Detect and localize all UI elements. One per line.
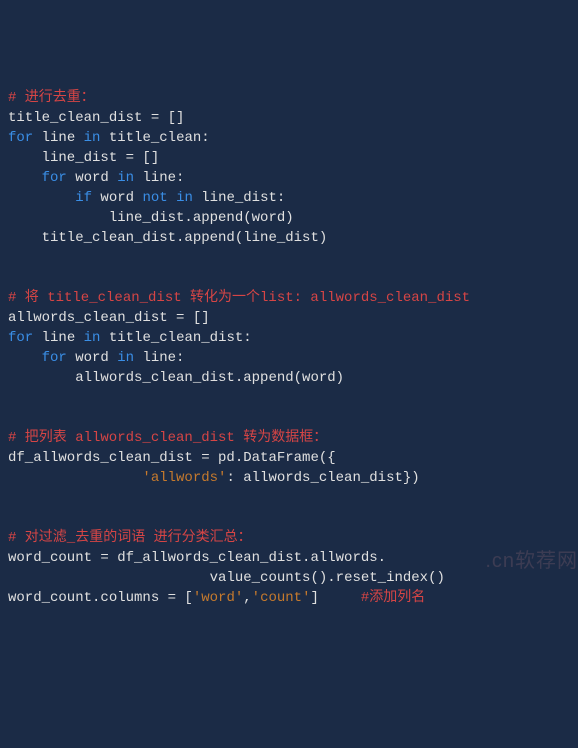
code-line: for line in title_clean: xyxy=(8,128,570,148)
comment: #添加列名 xyxy=(361,590,425,606)
comment: # 进行去重： xyxy=(8,90,95,106)
blank-line xyxy=(8,408,570,428)
keyword-for: for xyxy=(8,130,33,146)
string-literal: 'allwords' xyxy=(142,470,226,486)
code-line: line_dist.append(word) xyxy=(8,208,570,228)
blank-line xyxy=(8,488,570,508)
code-line: allwords_clean_dist.append(word) xyxy=(8,368,570,388)
code-line: if word not in line_dist: xyxy=(8,188,570,208)
code-line: for word in line: xyxy=(8,168,570,188)
keyword-in: in xyxy=(84,330,101,346)
keyword-for: for xyxy=(8,330,33,346)
blank-line xyxy=(8,388,570,408)
keyword-in: in xyxy=(117,350,134,366)
keyword-in: in xyxy=(84,130,101,146)
code-line: line_dist = [] xyxy=(8,148,570,168)
code-line: allwords_clean_dist = [] xyxy=(8,308,570,328)
keyword-not: not xyxy=(142,190,167,206)
comment: # 将 title_clean_dist 转化为一个list: allwords… xyxy=(8,290,470,306)
string-literal: 'word' xyxy=(193,590,243,606)
code-line: title_clean_dist = [] xyxy=(8,108,570,128)
string-literal: 'count' xyxy=(252,590,311,606)
code-line: word_count = df_allwords_clean_dist.allw… xyxy=(8,548,570,568)
comment: # 把列表 allwords_clean_dist 转为数据框： xyxy=(8,430,327,446)
code-line: word_count.columns = ['word','count'] #添… xyxy=(8,588,570,608)
code-line: title_clean_dist.append(line_dist) xyxy=(8,228,570,248)
keyword-in: in xyxy=(117,170,134,186)
code-line: for line in title_clean_dist: xyxy=(8,328,570,348)
code-block: # 进行去重：title_clean_dist = []for line in … xyxy=(8,88,570,608)
keyword-in: in xyxy=(176,190,193,206)
code-line: 'allwords': allwords_clean_dist}) xyxy=(8,468,570,488)
keyword-for: for xyxy=(8,170,67,186)
code-line: # 把列表 allwords_clean_dist 转为数据框： xyxy=(8,428,570,448)
code-line: df_allwords_clean_dist = pd.DataFrame({ xyxy=(8,448,570,468)
blank-line xyxy=(8,268,570,288)
code-line: # 进行去重： xyxy=(8,88,570,108)
code-line: # 将 title_clean_dist 转化为一个list: allwords… xyxy=(8,288,570,308)
code-line: for word in line: xyxy=(8,348,570,368)
blank-line xyxy=(8,248,570,268)
code-line: value_counts().reset_index() xyxy=(8,568,570,588)
blank-line xyxy=(8,508,570,528)
comment: # 对过滤_去重的词语 进行分类汇总： xyxy=(8,530,252,546)
keyword-if: if xyxy=(8,190,92,206)
code-line: # 对过滤_去重的词语 进行分类汇总： xyxy=(8,528,570,548)
keyword-for: for xyxy=(8,350,67,366)
